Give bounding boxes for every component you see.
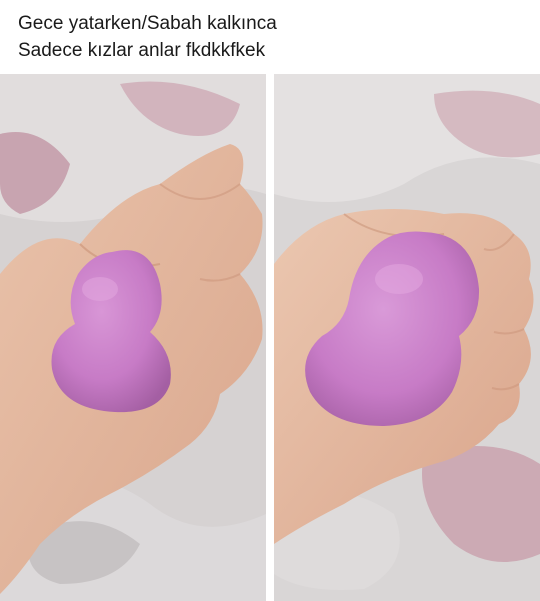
caption-line-2: Sadece kızlar anlar fkdkkfkek xyxy=(18,40,266,61)
photo-before xyxy=(0,74,266,601)
caption-line-1: Gece yatarken/Sabah kalkınca xyxy=(18,13,277,34)
photo-collage xyxy=(0,74,540,601)
post-caption: Gece yatarken/Sabah kalkınca Sadece kızl… xyxy=(18,10,530,64)
photo-before-image xyxy=(0,74,266,601)
photo-after xyxy=(274,74,540,601)
photo-after-image xyxy=(274,74,540,601)
